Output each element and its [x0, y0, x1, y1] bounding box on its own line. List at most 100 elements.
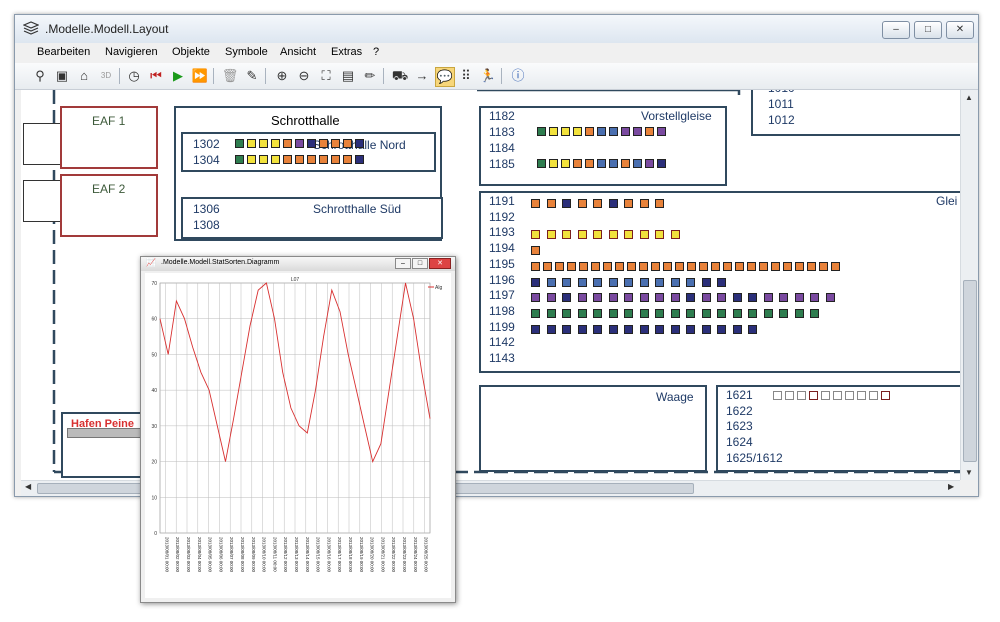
wagon[interactable] [687, 261, 696, 271]
wagon[interactable] [732, 293, 742, 303]
wagon[interactable] [686, 277, 695, 287]
wagon[interactable] [531, 246, 540, 256]
wagon[interactable] [711, 261, 720, 271]
wagon[interactable] [624, 308, 633, 318]
wagon[interactable] [639, 199, 649, 208]
wagon[interactable] [759, 261, 768, 271]
menu-objekte[interactable]: Objekte [172, 46, 210, 58]
chart-maximize-button[interactable]: □ [412, 258, 428, 269]
wagon[interactable] [307, 139, 316, 148]
stopwatch-icon[interactable]: ◷ [125, 67, 143, 85]
wagon[interactable] [531, 261, 540, 271]
wagon[interactable] [561, 159, 570, 168]
broom-icon[interactable]: ✎ [243, 67, 261, 85]
wagon[interactable] [794, 293, 804, 303]
wagon[interactable] [624, 277, 633, 287]
wagon[interactable] [701, 324, 711, 334]
wagon[interactable] [235, 155, 244, 164]
wagon[interactable] [593, 308, 602, 318]
wagon[interactable] [735, 261, 744, 271]
wagon[interactable] [355, 139, 364, 148]
wagon[interactable] [701, 308, 711, 318]
wagon[interactable] [686, 308, 695, 318]
menu-ansicht[interactable]: Ansicht [280, 46, 316, 58]
truck-icon[interactable]: ⛟ [391, 67, 409, 85]
chart-close-button[interactable]: ✕ [429, 258, 451, 269]
wagon[interactable] [597, 127, 606, 136]
scroll-down-icon[interactable]: ▼ [965, 468, 973, 477]
wagon[interactable] [657, 127, 666, 136]
wagon[interactable] [585, 159, 594, 168]
wagon[interactable] [699, 261, 708, 271]
wagon[interactable] [562, 199, 571, 208]
wagon[interactable] [655, 324, 664, 334]
vertical-scroll-thumb[interactable] [963, 280, 977, 462]
wagon[interactable] [624, 230, 633, 240]
wagon[interactable] [717, 324, 726, 334]
schrotthalle-sued-box[interactable]: Schrotthalle Süd 1306 1308 [181, 197, 443, 239]
zoom-in-icon[interactable]: ⊕ [273, 67, 291, 85]
3d-icon[interactable]: 3D [97, 67, 115, 85]
wagon[interactable] [655, 293, 664, 303]
waage-box[interactable]: Waage [479, 385, 707, 472]
wagon[interactable] [546, 277, 556, 287]
wagon[interactable] [579, 261, 588, 271]
wagon[interactable] [531, 308, 540, 318]
wagon[interactable] [283, 139, 292, 148]
wagon[interactable] [645, 127, 654, 136]
wagon[interactable] [593, 230, 602, 240]
fit-icon[interactable]: ⛶ [317, 67, 335, 85]
title-bar[interactable]: .Modelle.Modell.Layout – □ ✕ [15, 15, 978, 43]
wagon[interactable] [546, 324, 556, 334]
wagon[interactable] [295, 155, 304, 164]
wagon[interactable] [546, 230, 556, 240]
wagon[interactable] [562, 293, 571, 303]
wagon[interactable] [701, 277, 711, 287]
wagon[interactable] [562, 324, 571, 334]
hafen-peine-box[interactable]: Hafen Peine [61, 412, 151, 478]
wagon[interactable] [283, 155, 292, 164]
wagon[interactable] [546, 308, 556, 318]
wagon[interactable] [319, 155, 328, 164]
fast-forward-icon[interactable]: ⏩ [191, 67, 209, 85]
eaf1-box[interactable]: EAF 1 [60, 106, 158, 169]
wagon[interactable] [869, 391, 878, 400]
wagon[interactable] [819, 261, 828, 271]
wagon[interactable] [562, 308, 571, 318]
link-icon[interactable]: → [413, 67, 431, 85]
wagon[interactable] [247, 155, 256, 164]
wagon[interactable] [732, 324, 742, 334]
wagon[interactable] [597, 159, 606, 168]
wagon[interactable] [783, 261, 792, 271]
grid-icon[interactable]: ⠿ [457, 67, 475, 85]
wagon[interactable] [593, 324, 602, 334]
wagon[interactable] [271, 155, 280, 164]
wagon[interactable] [555, 261, 564, 271]
top-right-box[interactable]: 1010 1011 1012 [751, 90, 960, 136]
wagon[interactable] [748, 293, 757, 303]
wagon[interactable] [717, 308, 726, 318]
wagon[interactable] [247, 139, 256, 148]
wagon[interactable] [763, 308, 773, 318]
wagon[interactable] [779, 293, 788, 303]
folder-up-icon[interactable]: ▣ [53, 67, 71, 85]
wagon[interactable] [779, 308, 788, 318]
wagon[interactable] [670, 277, 680, 287]
wagon[interactable] [577, 230, 587, 240]
wagon[interactable] [701, 293, 711, 303]
wagon[interactable] [603, 261, 612, 271]
wagon[interactable] [593, 277, 602, 287]
wagon[interactable] [633, 127, 642, 136]
wagon[interactable] [645, 159, 654, 168]
wagon[interactable] [608, 308, 618, 318]
maximize-button[interactable]: □ [914, 21, 942, 39]
chart-title-bar[interactable]: 📈 .Modelle.Modell.StatSorten.Diagramm – … [141, 257, 455, 271]
wagon[interactable] [259, 139, 268, 148]
wagon[interactable] [763, 293, 773, 303]
wagon[interactable] [577, 277, 587, 287]
chart-minimize-button[interactable]: – [395, 258, 411, 269]
wagon[interactable] [810, 293, 819, 303]
wagon[interactable] [663, 261, 672, 271]
wagon[interactable] [608, 277, 618, 287]
menu-help[interactable]: ? [373, 46, 379, 58]
